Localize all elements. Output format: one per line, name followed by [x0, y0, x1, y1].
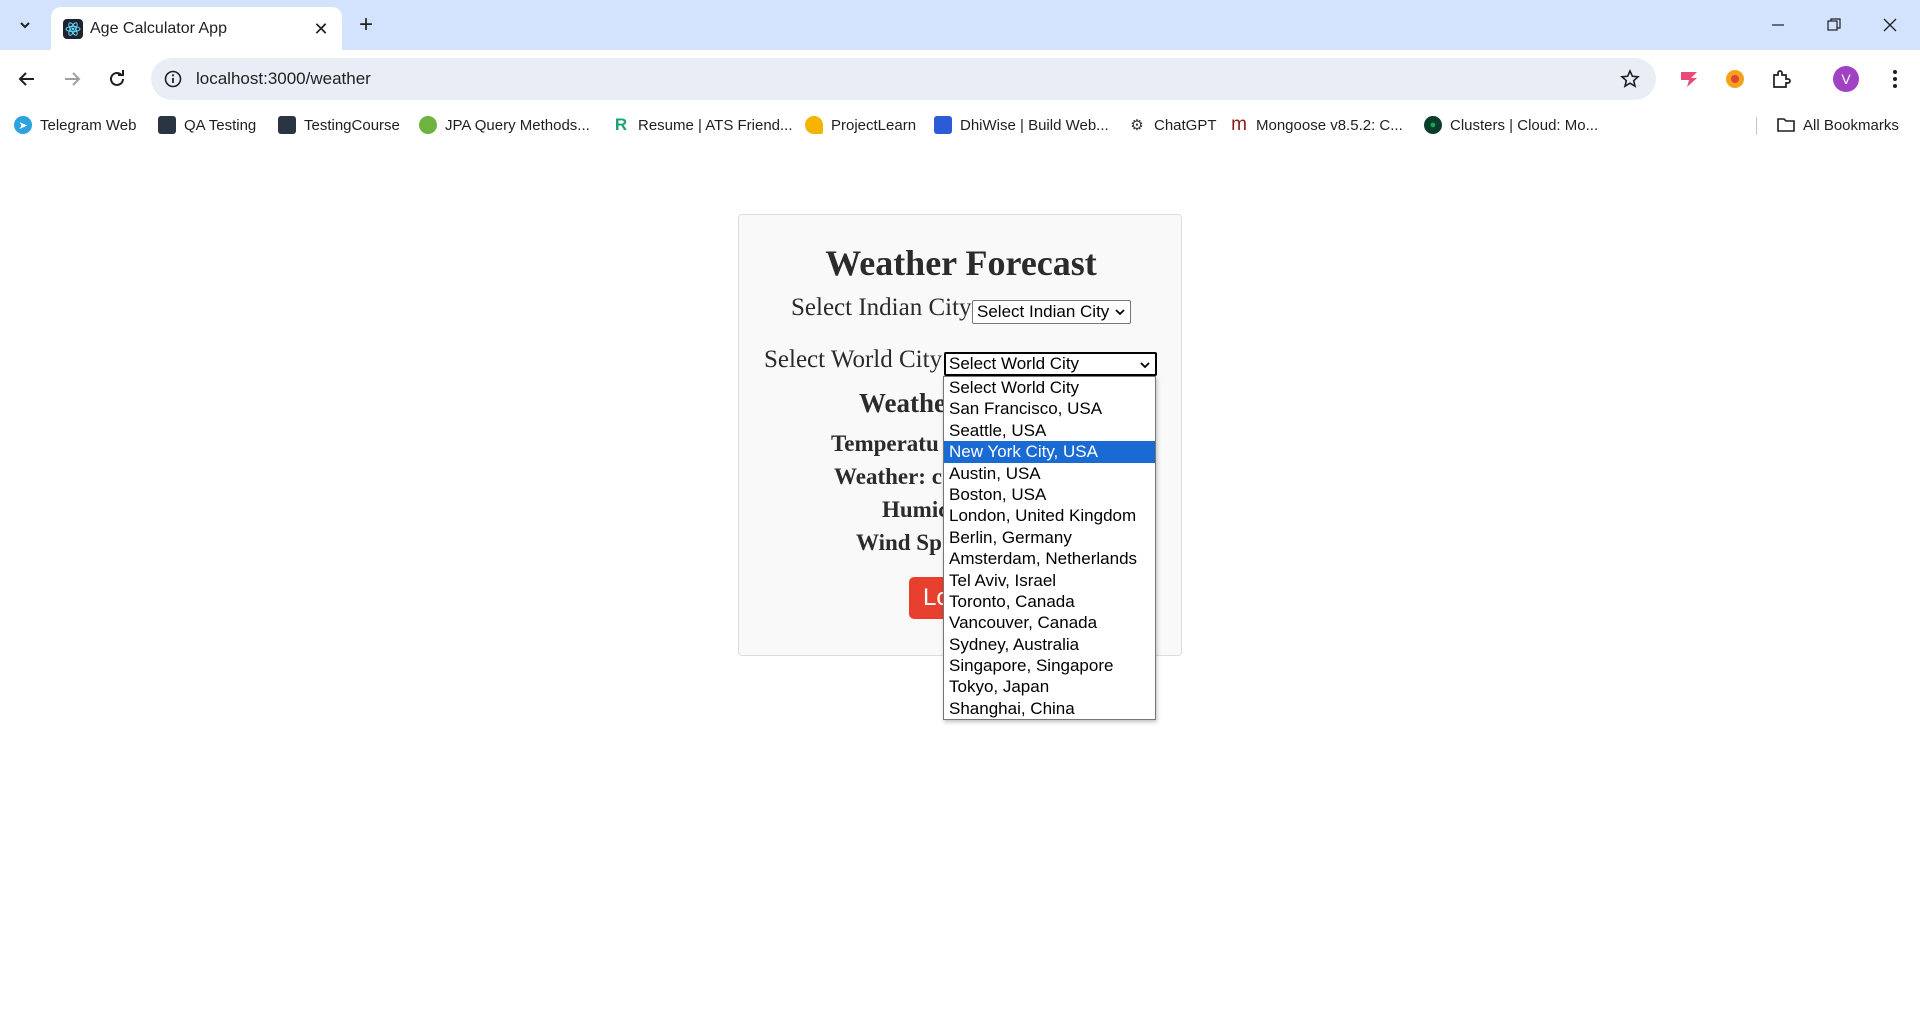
bookmark-label: TestingCourse — [304, 116, 400, 134]
resume-icon: R — [614, 115, 628, 134]
restore-icon[interactable] — [1806, 0, 1862, 50]
profile-avatar[interactable]: V — [1833, 66, 1859, 92]
bookmarks-divider — [1756, 117, 1757, 135]
world-city-dropdown-list: Select World City San Francisco, USA Seatt… — [943, 376, 1156, 720]
kebab-menu-icon[interactable] — [1880, 64, 1910, 94]
bookmark-label: ProjectLearn — [831, 116, 917, 134]
telegram-icon: ➤ — [14, 116, 32, 134]
world-city-option[interactable]: New York City, USA — [944, 441, 1155, 463]
world-city-option[interactable]: London, United Kingdom — [944, 505, 1155, 526]
bookmark-mongoose[interactable]: m Mongoose v8.5.2: C... — [1230, 112, 1403, 138]
world-city-option[interactable]: San Francisco, USA — [944, 398, 1155, 419]
bookmark-label: Mongoose v8.5.2: C... — [1256, 116, 1403, 134]
extensions-puzzle-icon[interactable] — [1766, 64, 1796, 94]
testing-course-icon — [278, 116, 296, 134]
bookmark-jpa-query-methods[interactable]: JPA Query Methods... — [419, 112, 590, 138]
world-city-select-value: Select World City — [949, 354, 1080, 373]
all-bookmarks-label: All Bookmarks — [1803, 116, 1899, 134]
bookmark-chatgpt[interactable]: ⚙ ChatGPT — [1128, 112, 1217, 138]
bookmark-telegram-web[interactable]: ➤ Telegram Web — [14, 112, 136, 138]
world-city-option[interactable]: Austin, USA — [944, 463, 1155, 484]
url-text: localhost:3000/weather — [196, 69, 371, 88]
close-tab-icon[interactable]: ✕ — [309, 17, 333, 41]
site-info-icon[interactable] — [161, 67, 185, 91]
weather-details-heading: Weathe — [859, 388, 946, 418]
spring-icon — [419, 116, 437, 134]
bookmark-testingcourse[interactable]: TestingCourse — [278, 112, 400, 138]
active-tab[interactable]: Age Calculator App ✕ — [51, 7, 342, 50]
mongoose-icon: m — [1231, 114, 1247, 135]
bookmark-star-icon[interactable] — [1618, 67, 1642, 91]
bookmarks-bar: ➤ Telegram Web QA Testing TestingCourse … — [0, 108, 1920, 142]
tab-strip: Age Calculator App ✕ + — [0, 0, 1920, 50]
bookmark-qa-testing[interactable]: QA Testing — [158, 112, 256, 138]
world-city-option[interactable]: Sydney, Australia — [944, 634, 1155, 655]
tab-search-button[interactable] — [11, 11, 39, 39]
weather-condition-text: Weather: c — [834, 464, 942, 489]
world-city-option[interactable]: Shanghai, China — [944, 698, 1155, 719]
indian-city-label: Select Indian City — [791, 294, 972, 321]
browser-toolbar: localhost:3000/weather V — [0, 50, 1920, 108]
indian-city-select-value: Select Indian City — [977, 302, 1110, 321]
world-city-option[interactable]: Tokyo, Japan — [944, 676, 1155, 697]
dhiwise-icon — [934, 116, 952, 134]
bookmark-label: JPA Query Methods... — [445, 116, 590, 134]
world-city-option[interactable]: Seattle, USA — [944, 420, 1155, 441]
world-city-option[interactable]: Select World City — [944, 377, 1155, 398]
chevron-down-icon — [20, 22, 30, 29]
back-arrow-icon[interactable] — [10, 62, 44, 96]
all-bookmarks-button[interactable]: All Bookmarks — [1777, 112, 1899, 138]
minimize-icon[interactable] — [1750, 0, 1806, 50]
indian-city-select[interactable]: Select Indian City — [972, 300, 1131, 324]
bookmark-label: Telegram Web — [40, 116, 137, 134]
bookmark-label: Clusters | Cloud: Mo... — [1450, 116, 1599, 134]
bookmark-label: DhiWise | Build Web... — [960, 116, 1109, 134]
world-city-label: Select World City — [764, 346, 943, 373]
world-city-option[interactable]: Berlin, Germany — [944, 527, 1155, 548]
reload-icon[interactable] — [100, 62, 134, 96]
extension-color-icon[interactable] — [1720, 64, 1750, 94]
humidity-text: Humic — [882, 497, 949, 522]
bookmark-label: ChatGPT — [1154, 116, 1217, 134]
world-city-option[interactable]: Singapore, Singapore — [944, 655, 1155, 676]
page-title: Weather Forecast — [825, 243, 1097, 283]
bookmark-projectlearn[interactable]: ProjectLearn — [805, 112, 916, 138]
address-bar[interactable]: localhost:3000/weather — [151, 58, 1656, 100]
world-city-option[interactable]: Toronto, Canada — [944, 591, 1155, 612]
bookmark-clusters-cloud[interactable]: ● Clusters | Cloud: Mo... — [1424, 112, 1598, 138]
tab-title: Age Calculator App — [90, 20, 227, 37]
bookmark-label: QA Testing — [184, 116, 257, 134]
world-city-option[interactable]: Amsterdam, Netherlands — [944, 548, 1155, 569]
bookmark-dhiwise[interactable]: DhiWise | Build Web... — [934, 112, 1109, 138]
folder-icon — [1777, 116, 1795, 134]
mongodb-icon: ● — [1424, 116, 1442, 134]
world-city-select[interactable]: Select World City — [944, 352, 1157, 376]
world-city-option[interactable]: Vancouver, Canada — [944, 612, 1155, 633]
close-window-icon[interactable] — [1862, 0, 1918, 50]
chevron-down-icon — [1140, 362, 1150, 369]
temperature-text: Temperatu — [831, 431, 939, 456]
projectlearn-icon — [805, 116, 823, 134]
chatgpt-icon: ⚙ — [1130, 117, 1144, 134]
world-city-option[interactable]: Boston, USA — [944, 484, 1155, 505]
react-icon — [63, 19, 83, 39]
wind-speed-text: Wind Sp — [856, 530, 942, 555]
forward-arrow-icon[interactable] — [55, 62, 89, 96]
chevron-down-icon — [1115, 309, 1125, 316]
qa-testing-icon — [158, 116, 176, 134]
bookmark-label: Resume | ATS Friend... — [638, 116, 793, 134]
new-tab-icon[interactable]: + — [352, 11, 380, 39]
extension-flag-icon[interactable] — [1674, 64, 1704, 94]
bookmark-resume-ats[interactable]: R Resume | ATS Friend... — [612, 112, 793, 138]
world-city-option[interactable]: Tel Aviv, Israel — [944, 570, 1155, 591]
